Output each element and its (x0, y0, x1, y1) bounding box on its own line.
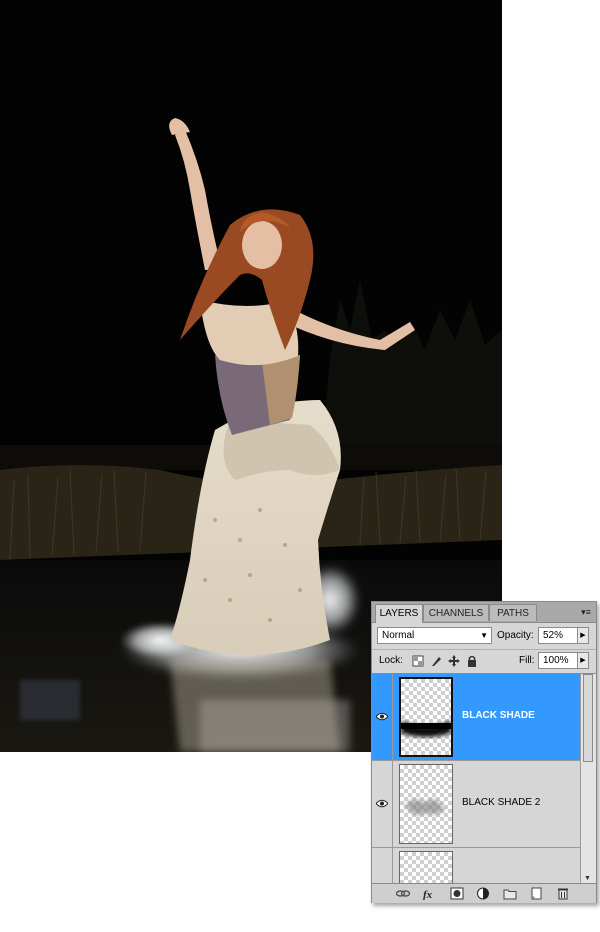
scrollbar-thumb[interactable] (583, 674, 593, 762)
fx-icon[interactable]: fx (422, 887, 436, 900)
new-layer-icon[interactable] (529, 887, 543, 900)
visibility-toggle[interactable] (372, 848, 393, 884)
opacity-label: Opacity: (497, 630, 534, 641)
layers-panel: LAYERS CHANNELS PATHS ▾≡ Normal ▼ Opacit… (371, 601, 597, 903)
layer-name[interactable]: BLACK SHADE (462, 710, 535, 721)
layer-thumbnail (399, 764, 453, 844)
layer-row-black-shade[interactable]: BLACK SHADE (372, 674, 580, 761)
fill-label: Fill: (519, 655, 535, 666)
lock-position-move-icon[interactable] (448, 655, 460, 667)
fill-input[interactable]: 100% (538, 652, 578, 669)
blend-mode-value: Normal (382, 630, 415, 641)
lock-transparent-icon[interactable] (412, 655, 424, 667)
layer-thumbnail (399, 851, 453, 884)
lock-all-icon[interactable] (466, 655, 478, 667)
layer-row-partial[interactable] (372, 848, 580, 884)
layer-thumbnail-smoke (405, 799, 445, 816)
layer-row-black-shade-2[interactable]: BLACK SHADE 2 (372, 761, 580, 848)
eye-icon (376, 712, 388, 721)
mask-icon[interactable] (450, 887, 464, 900)
layer-thumbnail-shade (401, 721, 451, 737)
tab-paths[interactable]: PATHS (489, 604, 537, 621)
visibility-toggle[interactable] (372, 674, 393, 760)
divider (372, 649, 596, 650)
layer-list-scrollbar[interactable]: ▼ (580, 673, 596, 884)
tab-layers[interactable]: LAYERS (375, 604, 423, 623)
fill-slider-toggle[interactable]: ▶ (577, 652, 589, 669)
visibility-toggle[interactable] (372, 761, 393, 847)
trash-icon[interactable] (556, 887, 570, 900)
link-icon[interactable] (396, 887, 410, 900)
svg-text:fx: fx (423, 889, 433, 900)
opacity-input[interactable]: 52% (538, 627, 578, 644)
eye-icon (376, 799, 388, 808)
lock-label: Lock: (379, 655, 403, 666)
layer-name[interactable]: BLACK SHADE 2 (462, 797, 540, 808)
blend-mode-select[interactable]: Normal ▼ (377, 627, 492, 644)
layer-thumbnail (399, 677, 453, 757)
panel-tab-bar: LAYERS CHANNELS PATHS ▾≡ (372, 602, 596, 623)
adjustment-icon[interactable] (476, 887, 490, 900)
layers-bottom-toolbar: fx (372, 883, 596, 903)
chevron-down-icon: ▼ (480, 631, 488, 640)
layer-list: BLACK SHADE BLACK SHADE 2 (372, 673, 580, 884)
scroll-down-arrow-icon[interactable]: ▼ (584, 875, 591, 882)
panel-menu-icon[interactable]: ▾≡ (579, 606, 593, 618)
tab-channels[interactable]: CHANNELS (423, 604, 489, 621)
opacity-slider-toggle[interactable]: ▶ (577, 627, 589, 644)
lock-image-brush-icon[interactable] (430, 655, 442, 667)
group-icon[interactable] (503, 887, 517, 900)
